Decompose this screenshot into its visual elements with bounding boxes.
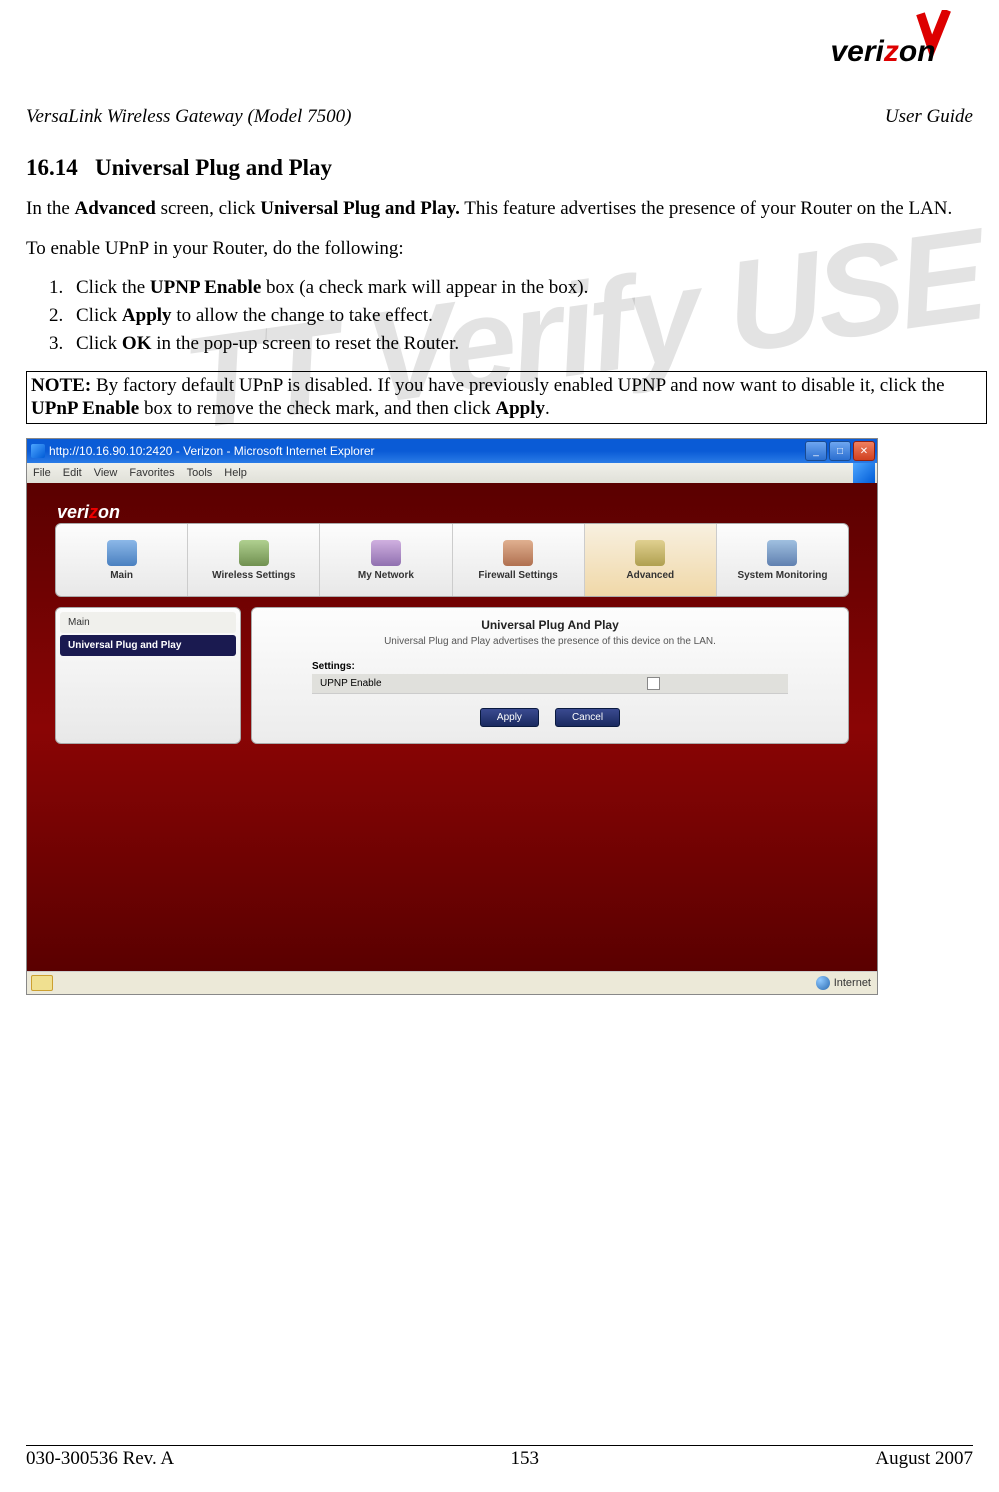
close-button[interactable]: ✕ — [853, 441, 875, 461]
menu-help[interactable]: Help — [224, 467, 247, 479]
content-panel: Universal Plug And Play Universal Plug a… — [251, 607, 849, 744]
footer-right: August 2007 — [875, 1448, 973, 1470]
nav-monitoring[interactable]: System Monitoring — [717, 524, 848, 596]
verizon-logo: verizon — [823, 10, 973, 75]
status-zone: Internet — [834, 977, 871, 989]
ie-menubar: File Edit View Favorites Tools Help — [27, 463, 877, 483]
monitoring-icon — [767, 540, 797, 566]
minimize-button[interactable]: _ — [805, 441, 827, 461]
apply-button[interactable]: Apply — [480, 708, 539, 727]
wireless-icon — [239, 540, 269, 566]
menu-edit[interactable]: Edit — [63, 467, 82, 479]
menu-file[interactable]: File — [33, 467, 51, 479]
footer-left: 030-300536 Rev. A — [26, 1448, 174, 1470]
nav-mynetwork[interactable]: My Network — [320, 524, 452, 596]
note-box: NOTE: By factory default UPnP is disable… — [26, 371, 987, 425]
step-3: Click OK in the pop-up screen to reset t… — [68, 333, 987, 355]
ie-statusbar: Internet — [27, 971, 877, 994]
menu-view[interactable]: View — [94, 467, 118, 479]
svg-text:verizon: verizon — [831, 35, 936, 68]
nav-firewall[interactable]: Firewall Settings — [453, 524, 585, 596]
menu-favorites[interactable]: Favorites — [129, 467, 174, 479]
panel-title: Universal Plug And Play — [272, 618, 828, 632]
steps-list: Click the UPNP Enable box (a check mark … — [26, 277, 987, 355]
advanced-icon — [635, 540, 665, 566]
main-icon — [107, 540, 137, 566]
settings-row: UPNP Enable — [312, 674, 788, 694]
panel-desc: Universal Plug and Play advertises the p… — [272, 636, 828, 647]
side-upnp[interactable]: Universal Plug and Play — [60, 635, 236, 656]
upnp-enable-label: UPNP Enable — [320, 678, 382, 689]
intro-paragraph-2: To enable UPnP in your Router, do the fo… — [26, 237, 987, 261]
section-heading: 16.14 Universal Plug and Play — [26, 155, 987, 181]
running-header-left: VersaLink Wireless Gateway (Model 7500) — [26, 106, 351, 128]
intro-paragraph-1: In the Advanced screen, click Universal … — [26, 197, 987, 221]
internet-zone-icon — [816, 976, 830, 990]
upnp-enable-checkbox[interactable] — [647, 677, 660, 690]
footer-center: 153 — [510, 1448, 539, 1470]
menu-tools[interactable]: Tools — [187, 467, 213, 479]
network-icon — [371, 540, 401, 566]
ie-icon — [31, 444, 45, 458]
cancel-button[interactable]: Cancel — [555, 708, 620, 727]
router-nav: Main Wireless Settings My Network Firewa… — [55, 523, 849, 597]
firewall-icon — [503, 540, 533, 566]
embedded-screenshot: http://10.16.90.10:2420 - Verizon - Micr… — [26, 438, 878, 995]
maximize-button[interactable]: □ — [829, 441, 851, 461]
nav-main[interactable]: Main — [56, 524, 188, 596]
nav-advanced[interactable]: Advanced — [585, 524, 717, 596]
router-verizon-logo: verizon — [57, 502, 120, 523]
side-panel: Main Universal Plug and Play — [55, 607, 241, 744]
page-footer: 030-300536 Rev. A 153 August 2007 — [26, 1445, 973, 1470]
step-1: Click the UPNP Enable box (a check mark … — [68, 277, 987, 299]
windows-flag-icon — [853, 463, 875, 483]
nav-wireless[interactable]: Wireless Settings — [188, 524, 320, 596]
status-left-icon — [31, 975, 53, 991]
ie-titlebar: http://10.16.90.10:2420 - Verizon - Micr… — [27, 439, 877, 463]
router-page: verizon Main Wireless Settings My Networ… — [27, 483, 877, 972]
window-title: http://10.16.90.10:2420 - Verizon - Micr… — [49, 444, 375, 458]
step-2: Click Apply to allow the change to take … — [68, 305, 987, 327]
side-main[interactable]: Main — [60, 612, 236, 633]
settings-label: Settings: — [312, 661, 828, 672]
running-header-right: User Guide — [885, 106, 973, 128]
